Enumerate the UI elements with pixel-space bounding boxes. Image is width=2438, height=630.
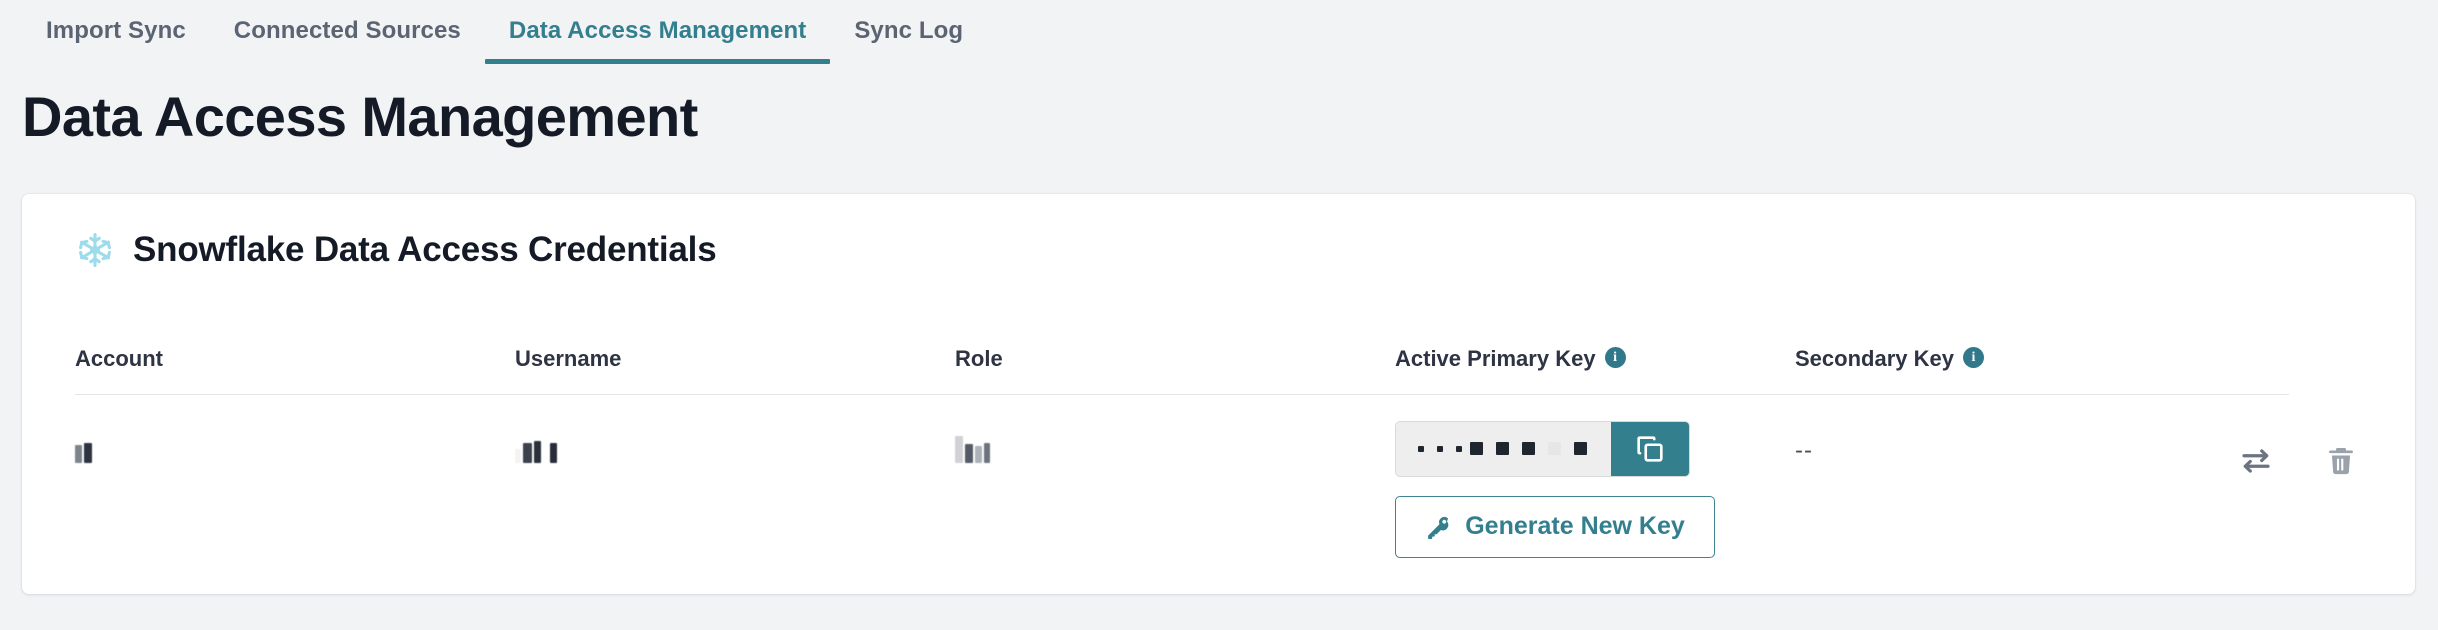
tab-import-sync[interactable]: Import Sync [22, 0, 210, 64]
tab-connected-sources[interactable]: Connected Sources [210, 0, 485, 64]
column-header-account-label: Account [75, 346, 163, 372]
column-header-username-label: Username [515, 346, 621, 372]
redacted-role-value [955, 437, 990, 463]
table-row: Generate New Key -- [75, 394, 2362, 558]
column-header-secondary-key-label: Secondary Key [1795, 346, 1954, 372]
snowflake-icon [75, 230, 115, 270]
cell-active-primary-key: Generate New Key [1395, 394, 1795, 558]
credentials-table: Account Username Role Active Primary Key [75, 270, 2362, 558]
info-icon-secondary-key[interactable]: i [1963, 347, 1984, 368]
column-header-username: Username [515, 270, 955, 395]
copy-icon [1633, 432, 1667, 466]
redacted-username-value [515, 437, 557, 463]
generate-new-key-label: Generate New Key [1465, 512, 1685, 541]
primary-key-masked-value [1396, 422, 1611, 476]
cell-role [955, 394, 1395, 558]
info-icon-primary-key[interactable]: i [1605, 347, 1626, 368]
column-header-active-primary-key: Active Primary Key i [1395, 270, 1795, 395]
generate-new-key-button[interactable]: Generate New Key [1395, 496, 1715, 558]
swap-keys-icon [2238, 443, 2274, 479]
cell-username [515, 394, 955, 558]
credentials-card: Snowflake Data Access Credentials Accoun… [22, 194, 2415, 594]
column-header-active-primary-key-label: Active Primary Key [1395, 346, 1596, 372]
tab-bar: Import Sync Connected Sources Data Acces… [0, 0, 2438, 72]
card-header: Snowflake Data Access Credentials [22, 194, 2415, 270]
column-header-role: Role [955, 270, 1395, 395]
column-header-role-label: Role [955, 346, 1003, 372]
column-header-secondary-key: Secondary Key i [1795, 270, 2215, 395]
table-body: Generate New Key -- [75, 394, 2362, 558]
column-header-account: Account [75, 270, 515, 395]
swap-keys-button[interactable] [2238, 443, 2274, 479]
page-title: Data Access Management [0, 72, 2438, 149]
primary-key-field[interactable] [1395, 421, 1690, 477]
secondary-key-value: -- [1795, 439, 1813, 463]
delete-credential-button[interactable] [2324, 444, 2358, 478]
card-title: Snowflake Data Access Credentials [133, 232, 716, 267]
cell-secondary-key: -- [1795, 394, 2215, 558]
delete-icon [2324, 444, 2358, 478]
row-actions [2215, 421, 2362, 479]
cell-actions [2215, 394, 2362, 558]
redacted-account-value [75, 437, 92, 463]
column-header-actions [2215, 270, 2289, 395]
copy-primary-key-button[interactable] [1611, 422, 1689, 476]
table-header: Account Username Role Active Primary Key [75, 270, 2362, 395]
key-icon [1425, 514, 1451, 540]
tab-data-access-management[interactable]: Data Access Management [485, 0, 830, 64]
tab-sync-log[interactable]: Sync Log [830, 0, 987, 64]
table-header-row: Account Username Role Active Primary Key [75, 270, 2362, 395]
cell-account [75, 394, 515, 558]
